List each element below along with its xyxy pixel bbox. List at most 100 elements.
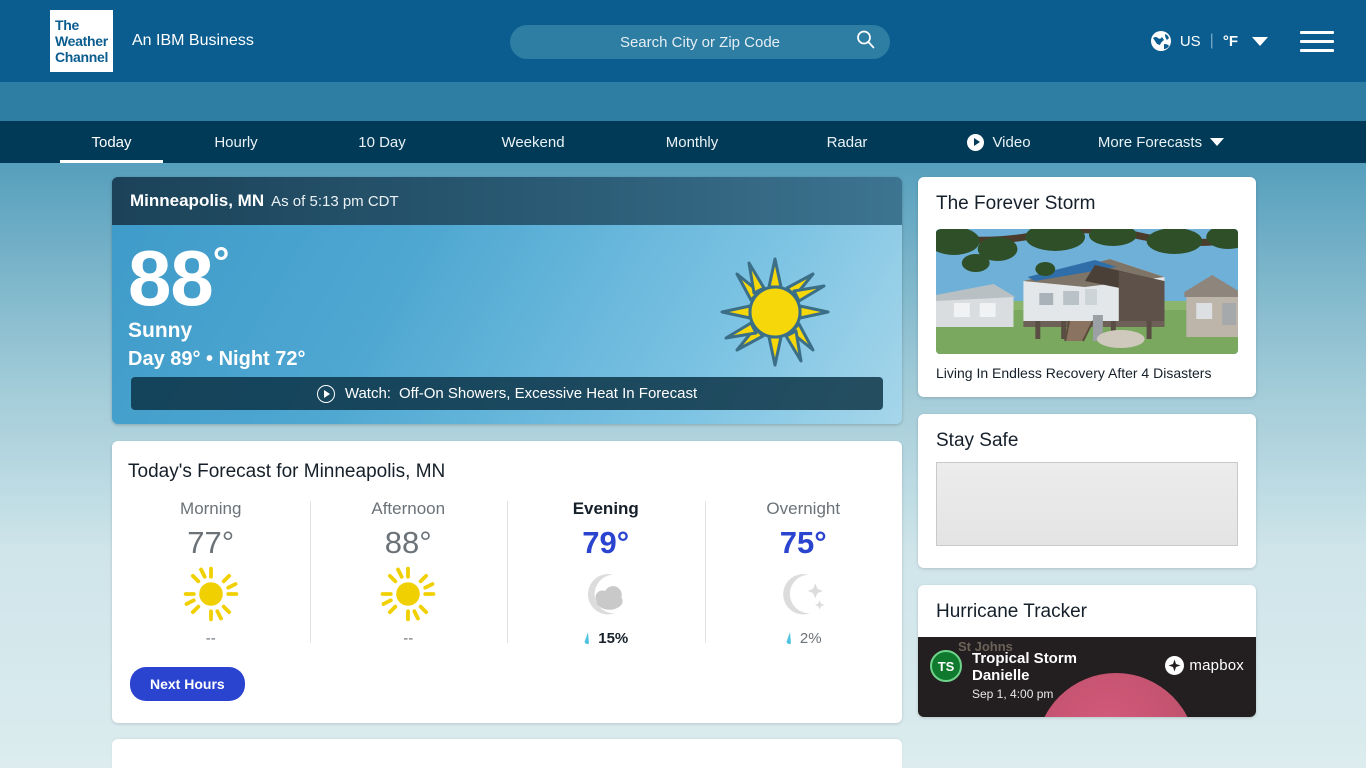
nav-item-label: 10 Day [358,133,406,151]
raindrop-icon [584,632,590,644]
mapbox-label: mapbox [1189,657,1244,674]
forecast-period-evening[interactable]: Evening 79° 15% [507,495,705,653]
period-temperature: 77° [187,525,235,560]
forever-storm-caption[interactable]: Living In Endless Recovery After 4 Disas… [918,354,1256,397]
search-icon[interactable] [855,29,876,55]
play-circle-icon [316,384,335,403]
hamburger-bar [1300,39,1334,43]
raindrop-icon [786,632,791,644]
period-label: Afternoon [371,499,446,518]
forever-storm-card[interactable]: The Forever Storm Living In Endless Reco… [918,177,1256,397]
nav-item-video[interactable]: Video [921,121,1077,163]
period-precipitation: 15% [507,630,705,647]
period-label: Evening [572,499,639,518]
mapbox-logo[interactable]: mapbox [1165,656,1244,675]
logo-line-1: The [55,17,79,33]
play-circle-icon [967,133,985,151]
storm-text-block: Tropical Storm Danielle Sep 1, 4:00 pm [972,650,1092,701]
stay-safe-title: Stay Safe [936,430,1019,451]
nav-item-label: Hourly [214,133,258,151]
nav-item-today[interactable]: Today [60,121,163,163]
current-temperature-value: 88 [128,234,214,322]
sun-icon [112,566,310,622]
as-of-timestamp: As of 5:13 pm CDT [271,192,399,210]
header-right-controls: US | °F [1150,0,1334,82]
current-conditions-card: Minneapolis, MN As of 5:13 pm CDT 88° Su… [112,177,902,424]
nav-item-label: More Forecasts [1097,133,1203,151]
mapbox-icon [1165,656,1185,675]
forecast-period-morning[interactable]: Morning 77° -- [112,495,310,653]
degree-symbol: ° [212,238,230,285]
sun-icon [720,257,830,367]
hurricane-map[interactable]: St Johns TS Tropical Storm Danielle Sep … [918,637,1256,717]
watch-label: Watch: [344,385,391,402]
period-temperature: 75° [779,525,827,560]
globe-icon[interactable] [1150,30,1172,52]
search-placeholder-text: Search City or Zip Code [619,33,781,51]
nav-item-label: Monthly [665,133,719,151]
moon-stars-icon [705,566,903,622]
hamburger-bar [1300,30,1334,34]
storm-info: TS Tropical Storm Danielle Sep 1, 4:00 p… [930,650,1092,701]
period-precipitation: -- [205,630,216,647]
page-content: Minneapolis, MN As of 5:13 pm CDT 88° Su… [0,163,1366,768]
hurricane-tracker-title: Hurricane Tracker [936,601,1087,622]
storm-name: Tropical Storm Danielle [972,650,1078,684]
stay-safe-card: Stay Safe [918,414,1256,568]
primary-nav: Today Hourly 10 Day Weekend Monthly Rada… [0,121,1366,163]
watch-video-title: Off-On Showers, Excessive Heat In Foreca… [398,385,698,402]
hamburger-menu-icon[interactable] [1300,30,1334,52]
nav-item-10-day[interactable]: 10 Day [309,121,455,163]
empty-ad-placeholder [936,462,1238,546]
ibm-tagline: An IBM Business [132,32,254,49]
forecast-card-title: Today's Forecast for Minneapolis, MN [128,461,446,482]
period-precipitation: 2% [705,630,903,647]
hamburger-bar [1300,48,1334,52]
forecast-period-overnight[interactable]: Overnight 75° 2% [704,495,903,653]
site-header: The Weather Channel An IBM Business Sear… [0,0,1366,82]
nav-item-hourly[interactable]: Hourly [163,121,309,163]
storm-category-badge: TS [930,650,962,682]
hurricane-tracker-card[interactable]: Hurricane Tracker St Johns TS Tropical S… [918,585,1256,717]
logo-line-2: Weather [55,33,108,49]
storm-timestamp: Sep 1, 4:00 pm [972,687,1054,701]
watch-video-banner[interactable]: Watch: Off-On Showers, Excessive Heat In… [131,377,883,410]
todays-forecast-card: Today's Forecast for Minneapolis, MN Mor… [112,441,902,723]
header-subbar [0,82,1366,121]
current-conditions-body: 88° Sunny Day 89° • Night 72° Watch: Off… [112,225,902,424]
period-temperature: 79° [582,525,630,560]
period-temperature: 88° [384,525,432,560]
nav-item-label: Weekend [501,133,565,151]
nav-item-monthly[interactable]: Monthly [611,121,773,163]
sidebar-column: The Forever Storm Living In Endless Reco… [918,177,1256,768]
damaged-house-photo [936,229,1238,354]
forecast-period-afternoon[interactable]: Afternoon 88° -- [309,495,508,653]
location-name: Minneapolis, MN [130,191,265,210]
forever-storm-title: The Forever Storm [936,193,1096,214]
weather-channel-logo[interactable]: The Weather Channel [50,10,113,72]
chevron-down-icon [1210,138,1225,146]
main-column: Minneapolis, MN As of 5:13 pm CDT 88° Su… [112,177,902,768]
chevron-down-icon[interactable] [1252,36,1268,46]
header-divider: | [1209,32,1214,49]
period-label: Morning [180,499,242,518]
logo-line-3: Channel [55,49,109,65]
nav-item-weekend[interactable]: Weekend [455,121,611,163]
forecast-periods-row: Morning 77° -- Afternoon 88° -- Evening … [112,483,902,661]
search-input[interactable]: Search City or Zip Code [510,25,890,59]
nav-item-radar[interactable]: Radar [773,121,921,163]
next-card-partial [112,739,902,768]
nav-item-label: Today [91,133,132,151]
period-precipitation: -- [403,630,414,647]
current-conditions-header: Minneapolis, MN As of 5:13 pm CDT [112,177,902,225]
search-container: Search City or Zip Code [510,25,890,59]
period-label: Overnight [766,499,841,518]
next-hours-button[interactable]: Next Hours [130,667,245,701]
precip-value: 2% [799,630,822,647]
nav-item-label: Video [992,133,1031,151]
region-label[interactable]: US [1180,33,1201,50]
nav-item-more-forecasts[interactable]: More Forecasts [1077,121,1245,163]
precip-value: 15% [598,630,629,647]
moon-cloud-icon [507,566,705,622]
unit-label[interactable]: °F [1223,33,1238,50]
